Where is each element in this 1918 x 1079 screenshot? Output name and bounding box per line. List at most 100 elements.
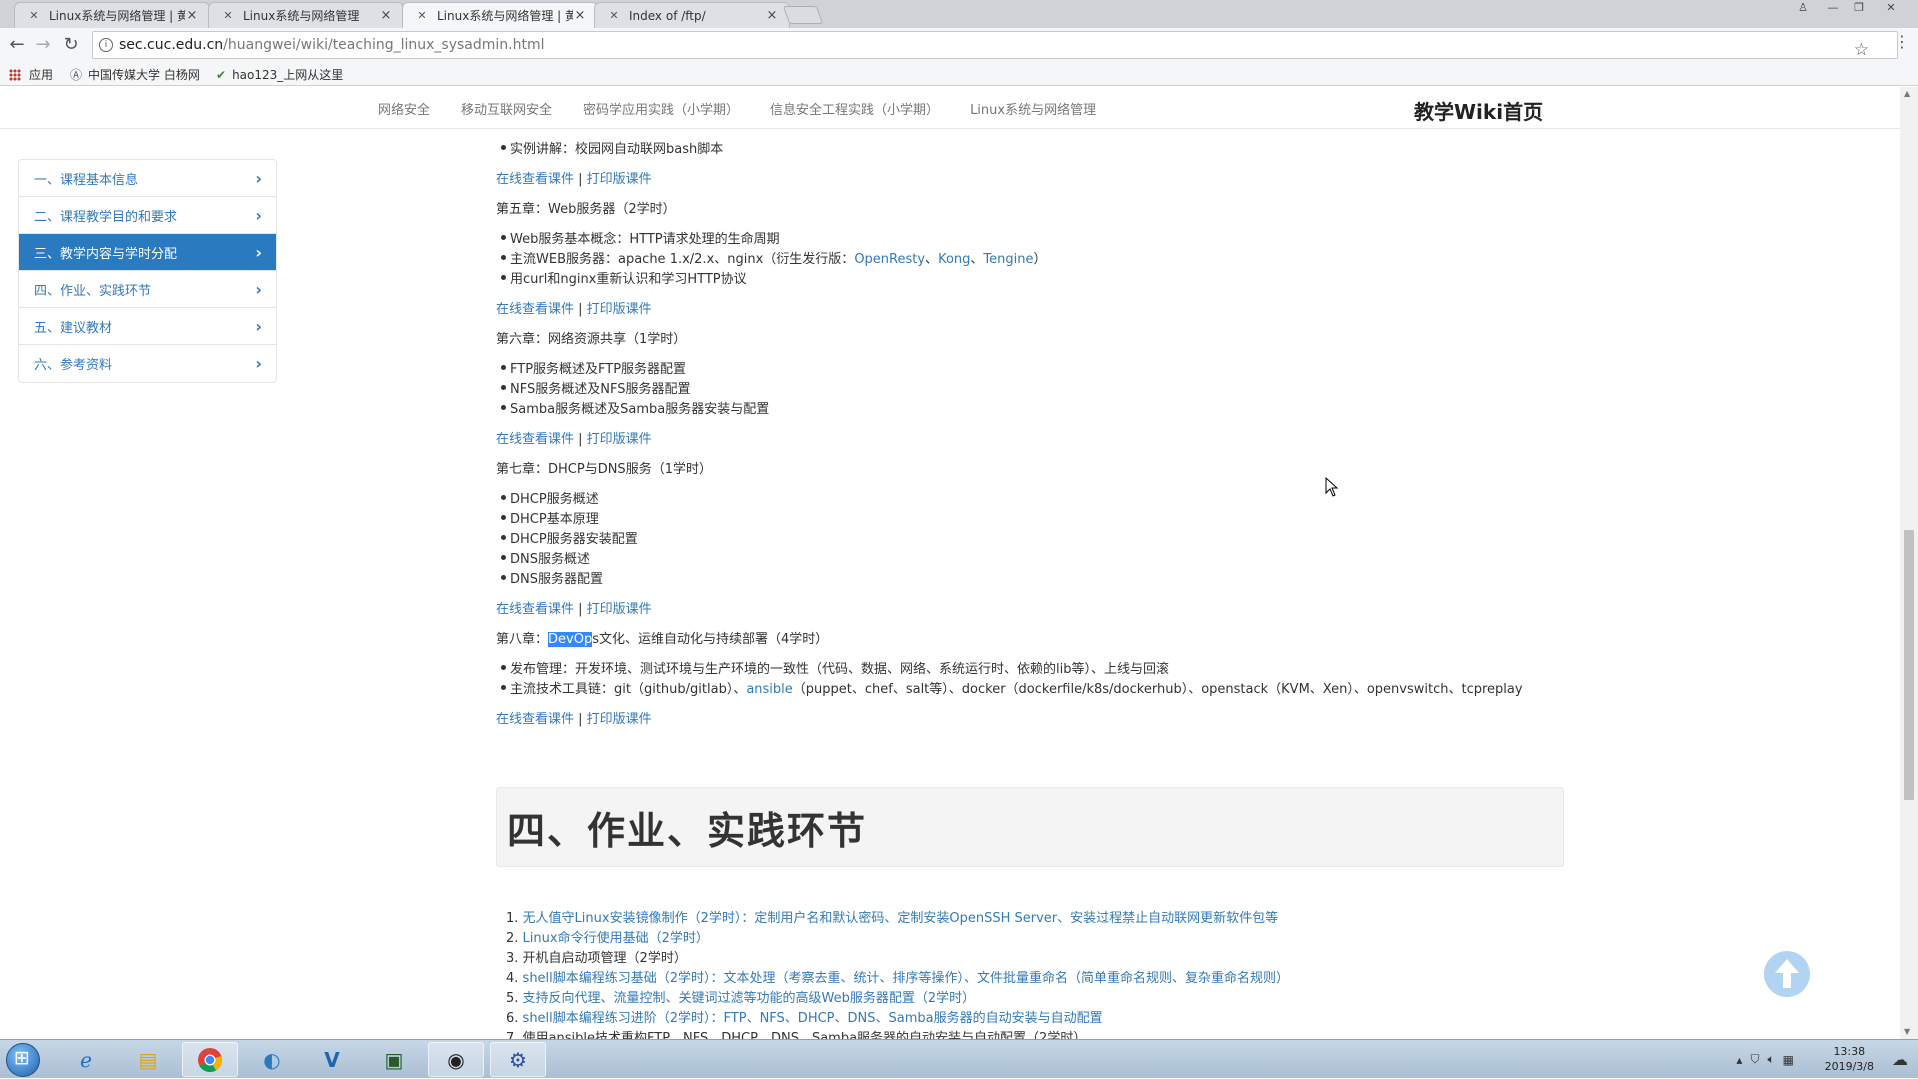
network-icon[interactable]: ▦ xyxy=(1783,1053,1794,1067)
kong-link[interactable]: Kong xyxy=(938,252,970,267)
print-slides-link[interactable]: 打印版课件 xyxy=(587,172,652,187)
print-slides-link[interactable]: 打印版课件 xyxy=(587,602,652,617)
list-item: FTP服务概述及FTP服务器配置 xyxy=(500,358,686,377)
site-brand[interactable]: 教学Wiki首页 xyxy=(1414,96,1543,125)
cloud-icon[interactable]: ☁ xyxy=(1892,1050,1908,1069)
ie-icon[interactable]: ℯ xyxy=(58,1042,114,1077)
sidebar-item-assignments[interactable]: 四、作业、实践环节 › xyxy=(19,271,276,308)
print-slides-link[interactable]: 打印版课件 xyxy=(587,302,652,317)
bookmark-cuc[interactable]: Ⓐ 中国传媒大学 白杨网 xyxy=(70,66,200,83)
list-number: 3. xyxy=(506,951,519,966)
volume-icon[interactable]: 🔈︎ xyxy=(1767,1052,1774,1067)
browser-toolbar: ← → ↻ i sec.cuc.edu.cn/huangwei/wiki/tea… xyxy=(0,28,1918,62)
list-number: 1. xyxy=(506,911,519,926)
tengine-link[interactable]: Tengine xyxy=(983,252,1033,267)
tab-close-icon[interactable]: × xyxy=(765,8,779,23)
tool-icon[interactable]: ⚙ xyxy=(490,1042,546,1077)
chrome-icon[interactable] xyxy=(182,1042,238,1077)
restore-icon[interactable]: ❐ xyxy=(1848,0,1870,16)
scroll-up-icon[interactable]: ▲ xyxy=(1904,89,1910,98)
vscode-icon[interactable]: V xyxy=(304,1042,360,1077)
view-slides-link[interactable]: 在线查看课件 xyxy=(496,302,574,317)
scroll-down-icon[interactable]: ▼ xyxy=(1904,1027,1910,1036)
view-slides-link[interactable]: 在线查看课件 xyxy=(496,172,574,187)
tab-1[interactable]: ✕ Linux系统与网络管理 | 黄 × xyxy=(14,2,210,28)
sidebar-item-references[interactable]: 六、参考资料 › xyxy=(19,345,276,382)
windows-start-icon[interactable] xyxy=(6,1043,40,1077)
bookmark-hao123[interactable]: ✔ hao123_上网从这里 xyxy=(216,66,343,83)
chapter-5-title: 第五章：Web服务器（2学时） xyxy=(496,202,676,217)
link-separator: | xyxy=(574,172,587,187)
back-arrow-icon[interactable]: ← xyxy=(4,32,30,58)
section-4-header: 四、作业、实践环节 xyxy=(496,787,1564,867)
obs-icon[interactable]: ◉ xyxy=(428,1042,484,1077)
link-separator: | xyxy=(574,712,587,727)
sidebar-item-label: 三、教学内容与学时分配 xyxy=(34,246,178,262)
chevron-right-icon: › xyxy=(255,169,262,188)
tab-close-icon[interactable]: × xyxy=(185,8,199,23)
tab-4[interactable]: ✕ Index of /ftp/ × xyxy=(594,2,790,28)
tab-3-active[interactable]: ✕ Linux系统与网络管理 | 黄 × xyxy=(402,2,598,28)
selected-text: DevOp xyxy=(548,632,593,647)
assignment-link[interactable]: 支持反向代理、流量控制、关键词过滤等功能的高级Web服务器配置（2学时） xyxy=(523,991,976,1006)
bookmark-label: hao123_上网从这里 xyxy=(232,68,344,82)
nav-link-mobile-security[interactable]: 移动互联网安全 xyxy=(461,99,552,118)
close-window-icon[interactable]: ✕ xyxy=(1880,0,1902,16)
address-bar[interactable]: i sec.cuc.edu.cn/huangwei/wiki/teaching_… xyxy=(92,31,1898,60)
sidebar-item-textbooks[interactable]: 五、建议教材 › xyxy=(19,308,276,345)
reload-icon[interactable]: ↻ xyxy=(58,32,84,58)
view-slides-link[interactable]: 在线查看课件 xyxy=(496,712,574,727)
scrollbar-thumb[interactable] xyxy=(1904,530,1914,800)
view-slides-link[interactable]: 在线查看课件 xyxy=(496,602,574,617)
site-info-icon[interactable]: i xyxy=(99,38,113,52)
tab-label: Linux系统与网络管理 xyxy=(243,9,360,23)
assignment-link[interactable]: 无人值守Linux安装镜像制作（2学时）：定制用户名和默认密码、定制安装Open… xyxy=(523,911,1279,926)
back-to-top-icon[interactable] xyxy=(1764,951,1810,997)
user-icon[interactable]: ♙ xyxy=(1792,0,1814,16)
assignment-link[interactable]: Linux命令行使用基础（2学时） xyxy=(523,931,709,946)
print-slides-link[interactable]: 打印版课件 xyxy=(587,712,652,727)
section-4-title: 四、作业、实践环节 xyxy=(507,809,868,853)
taskbar-clock[interactable]: 13:38 2019/3/8 xyxy=(1825,1044,1874,1074)
bookmark-star-icon[interactable]: ☆ xyxy=(1854,37,1869,63)
view-slides-link[interactable]: 在线查看课件 xyxy=(496,432,574,447)
tab-close-icon[interactable]: × xyxy=(379,8,393,23)
screen-recorder-icon[interactable]: ▣ xyxy=(366,1042,422,1077)
openresty-link[interactable]: OpenResty xyxy=(854,252,925,267)
chrome-menu-icon[interactable]: ⋮ xyxy=(1894,32,1910,51)
tab-close-icon[interactable]: × xyxy=(573,8,587,23)
sidebar-item-contents[interactable]: 三、教学内容与学时分配 › xyxy=(19,234,276,271)
assignment-item-4: 4. shell脚本编程练习基础（2学时）：文本处理（考察去重、统计、排序等操作… xyxy=(506,967,1289,986)
page-scrollbar[interactable]: ▲ ▼ xyxy=(1900,87,1918,1039)
nav-link-crypto-practice[interactable]: 密码学应用实践（小学期） xyxy=(583,99,739,118)
list-item: 发布管理：开发环境、测试环境与生产环境的一致性（代码、数据、网络、系统运行时、依… xyxy=(501,658,1169,677)
nav-link-linux-sysadmin[interactable]: Linux系统与网络管理 xyxy=(970,99,1096,118)
url-path: /huangwei/wiki/teaching_linux_sysadmin.h… xyxy=(223,37,545,53)
tab-label: Linux系统与网络管理 | 黄 xyxy=(437,9,573,23)
clock-date: 2019/3/8 xyxy=(1824,1060,1874,1073)
new-tab-button[interactable] xyxy=(782,6,824,24)
clock-time: 13:38 xyxy=(1833,1045,1866,1058)
tray-security-icon[interactable]: ⛉ xyxy=(1750,1052,1759,1067)
sidebar-item-label: 六、参考资料 xyxy=(34,358,113,373)
chevron-right-icon: › xyxy=(255,280,262,299)
nav-link-network-security[interactable]: 网络安全 xyxy=(378,99,430,118)
ansible-link[interactable]: ansible xyxy=(746,682,792,697)
nav-link-infosec-engineering[interactable]: 信息安全工程实践（小学期） xyxy=(770,99,939,118)
text-segment: 、 xyxy=(925,252,939,267)
tray-arrow-icon[interactable]: ▴ xyxy=(1736,1053,1742,1067)
bookmark-apps[interactable]: 应用 xyxy=(9,66,53,83)
qq-browser-icon[interactable]: ◐ xyxy=(244,1042,300,1077)
print-slides-link[interactable]: 打印版课件 xyxy=(587,432,652,447)
assignment-link[interactable]: shell脚本编程练习基础（2学时）：文本处理（考察去重、统计、排序等操作）、文… xyxy=(523,971,1290,986)
sidebar-item-goals[interactable]: 二、课程教学目的和要求 › xyxy=(19,197,276,234)
page-favicon-icon: ✕ xyxy=(417,8,427,22)
bookmark-label: 中国传媒大学 白杨网 xyxy=(88,68,200,82)
sidebar-item-course-info[interactable]: 一、课程基本信息 › xyxy=(19,160,276,197)
assignment-link[interactable]: shell脚本编程练习进阶（2学时）：FTP、NFS、DHCP、DNS、Samb… xyxy=(523,1011,1103,1026)
forward-arrow-icon[interactable]: → xyxy=(30,32,56,58)
tab-2[interactable]: ✕ Linux系统与网络管理 × xyxy=(208,2,404,28)
minimize-icon[interactable]: — xyxy=(1822,0,1844,16)
list-item: DNS服务器配置 xyxy=(501,568,603,587)
explorer-icon[interactable]: ▤ xyxy=(120,1042,176,1077)
